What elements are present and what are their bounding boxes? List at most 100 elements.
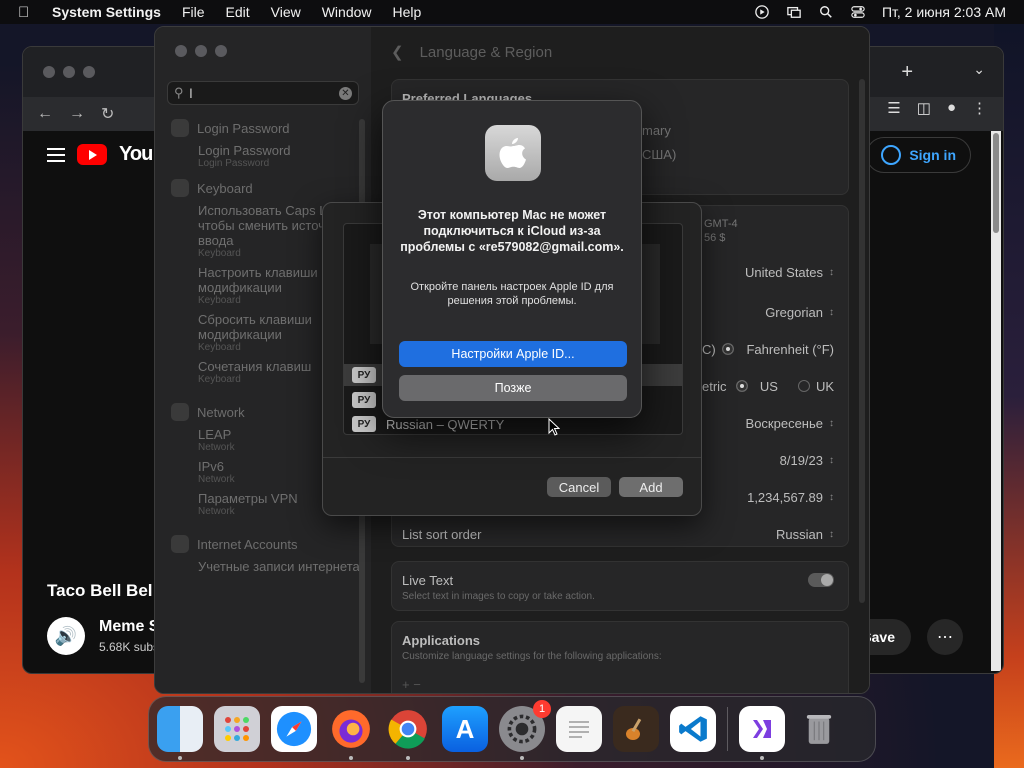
currency-preview: 56 $ — [704, 232, 726, 244]
number-format-popup[interactable]: 1,234,567.89 ↕ — [747, 490, 834, 505]
finder-icon[interactable] — [157, 706, 203, 760]
video-title: Taco Bell Bel — [47, 581, 153, 600]
sidebar-icon[interactable]: ◫ — [917, 99, 931, 117]
live-text-card: Live Text Select text in images to copy … — [391, 561, 849, 611]
pane-title: Language & Region — [419, 43, 553, 61]
speaker-avatar-icon[interactable]: 🔊 — [47, 617, 85, 655]
region-value: United States — [744, 264, 823, 280]
at-icon — [171, 535, 189, 553]
textedit-icon[interactable] — [556, 706, 602, 752]
channel-name[interactable]: Meme S — [99, 618, 159, 636]
browser-traffic-lights — [43, 66, 95, 78]
sign-in-label: Sign in — [909, 147, 956, 163]
tab-list-chevron-icon[interactable]: ⌄ — [973, 61, 985, 78]
us-option[interactable]: US — [735, 379, 778, 394]
region-popup[interactable]: United States ↕ — [745, 265, 834, 280]
first-day-value: Воскресенье — [745, 415, 823, 431]
menu-app-name[interactable]: System Settings — [52, 4, 161, 20]
clear-search-icon[interactable]: ✕ — [339, 86, 352, 100]
uk-option[interactable]: UK — [797, 378, 834, 394]
trash-icon[interactable] — [796, 706, 842, 752]
app-store-icon[interactable]: A — [442, 706, 488, 752]
youtube-logo-text[interactable]: You — [119, 143, 153, 166]
menu-window[interactable]: Window — [322, 4, 372, 20]
play-icon[interactable] — [754, 5, 770, 19]
running-indicator — [760, 756, 764, 760]
back-chevron-icon[interactable]: ❮ — [391, 43, 404, 61]
spotlight-search-icon[interactable] — [818, 5, 834, 19]
menu-view[interactable]: View — [271, 4, 301, 20]
close-button[interactable] — [43, 66, 55, 78]
sidebar-result[interactable]: Login Password Login Password — [198, 143, 361, 169]
vscode-icon[interactable] — [670, 706, 716, 752]
menu-edit[interactable]: Edit — [226, 4, 250, 20]
media-icon[interactable]: ☰ — [887, 99, 900, 117]
group-label: Keyboard — [197, 180, 253, 196]
minimize-button[interactable] — [195, 45, 207, 57]
apple-id-settings-button[interactable]: Настройки Apple ID... — [399, 341, 627, 367]
system-settings-icon[interactable]: 1 — [499, 700, 551, 760]
sidebar-result[interactable]: Учетные записи интернета — [198, 559, 361, 574]
add-button[interactable]: Add — [619, 477, 683, 497]
zoom-button[interactable] — [215, 45, 227, 57]
new-tab-icon[interactable]: + — [901, 61, 913, 84]
fahrenheit-radio[interactable] — [722, 343, 735, 355]
visual-studio-icon[interactable] — [739, 706, 785, 760]
metric-label[interactable]: etric — [702, 379, 727, 394]
more-menu-icon[interactable]: ⋮ — [972, 99, 987, 117]
minimize-button[interactable] — [63, 66, 75, 78]
later-button[interactable]: Позже — [399, 375, 627, 401]
menu-clock[interactable]: Пт, 2 июня 2:03 AM — [882, 4, 1006, 20]
scroll-thumb[interactable] — [993, 133, 999, 233]
calendar-value: Gregorian — [765, 304, 823, 320]
safari-icon[interactable] — [271, 706, 317, 752]
keyboard-icon — [171, 179, 189, 197]
add-remove-buttons[interactable]: + − — [402, 674, 834, 693]
apple-menu-icon[interactable]:  — [18, 4, 38, 21]
date-format-popup[interactable]: 8/19/23 ↕ — [780, 453, 834, 468]
uk-label: UK — [815, 378, 834, 394]
sidebar-group-internet-accounts[interactable]: Internet Accounts — [171, 535, 361, 553]
updown-chevron-icon: ↕ — [829, 454, 834, 466]
list-sort-label: List sort order — [402, 526, 482, 542]
fahrenheit-option[interactable]: Fahrenheit (°F) — [722, 342, 834, 357]
apple-logo-icon — [485, 125, 541, 181]
channel-subscribers: 5.68K subs — [99, 640, 160, 654]
firefox-icon[interactable] — [328, 706, 374, 760]
garageband-icon[interactable] — [613, 706, 659, 752]
reload-icon[interactable]: ↻ — [101, 104, 114, 124]
cancel-button[interactable]: Cancel — [547, 477, 611, 497]
us-radio[interactable] — [735, 380, 748, 392]
sidebar-group-login-password[interactable]: Login Password — [171, 119, 361, 137]
celsius-label[interactable]: C) — [702, 342, 716, 357]
profile-icon[interactable]: ● — [947, 99, 956, 117]
menu-help[interactable]: Help — [393, 4, 422, 20]
calendar-popup[interactable]: Gregorian ↕ — [765, 305, 834, 320]
updown-chevron-icon: ↕ — [829, 417, 834, 429]
settings-search-input[interactable]: ⚲ l ✕ — [167, 81, 359, 105]
launchpad-icon[interactable] — [214, 706, 260, 752]
sheet-divider — [323, 457, 701, 458]
hamburger-menu-icon[interactable] — [47, 147, 65, 162]
close-button[interactable] — [175, 45, 187, 57]
zoom-button[interactable] — [83, 66, 95, 78]
sidebar-group-keyboard[interactable]: Keyboard — [171, 179, 361, 197]
main-scrollbar[interactable] — [859, 79, 865, 603]
chrome-icon[interactable] — [385, 706, 431, 760]
list-sort-popup[interactable]: Russian ↕ — [776, 527, 834, 542]
control-center-icon[interactable] — [850, 5, 866, 19]
youtube-logo-icon[interactable] — [77, 144, 107, 165]
live-text-toggle[interactable] — [808, 573, 834, 587]
browser-scrollbar[interactable] — [991, 131, 1001, 671]
back-arrow-icon[interactable]: ← — [37, 105, 53, 123]
uk-radio[interactable] — [797, 380, 810, 392]
screen-mirroring-icon[interactable] — [786, 5, 802, 19]
live-text-description: Select text in images to copy or take ac… — [402, 590, 595, 602]
forward-arrow-icon[interactable]: → — [69, 105, 85, 123]
list-sort-row[interactable]: List sort order Russian ↕ — [402, 524, 834, 544]
first-day-popup[interactable]: Воскресенье ↕ — [746, 416, 834, 431]
running-indicator — [520, 756, 524, 760]
menu-file[interactable]: File — [182, 4, 205, 20]
more-actions-icon[interactable]: ⋯ — [927, 619, 963, 655]
sign-in-button[interactable]: Sign in — [866, 137, 971, 173]
